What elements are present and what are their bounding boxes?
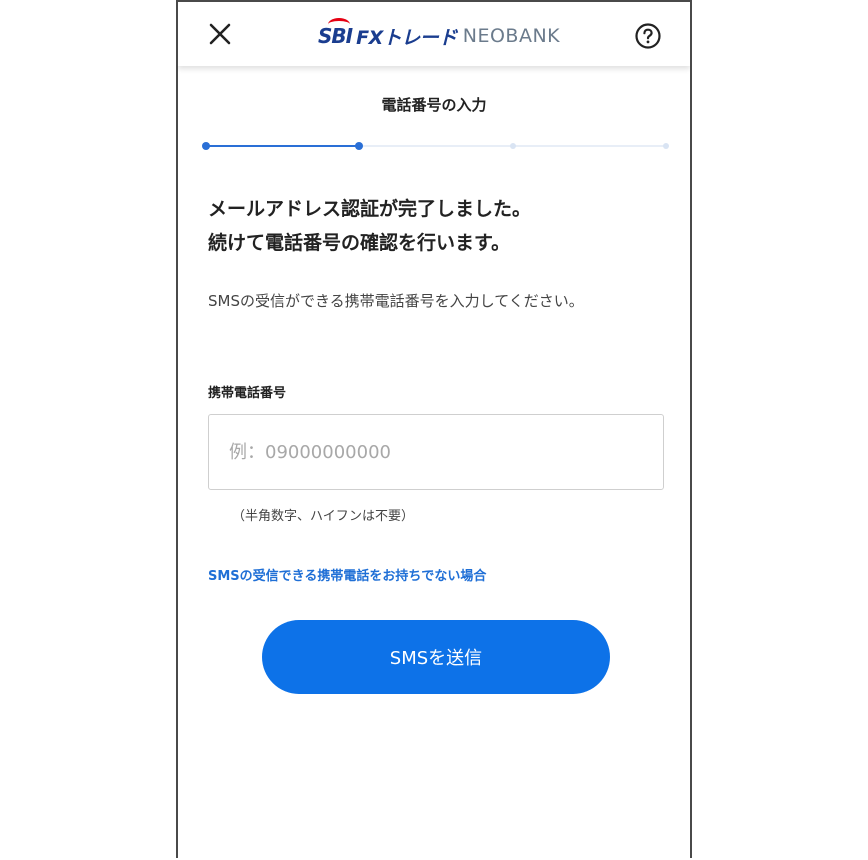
progress-step-4 <box>663 143 669 149</box>
close-button[interactable] <box>206 20 234 48</box>
phone-field-hint: （半角数字、ハイフンは不要） <box>232 509 415 524</box>
headline: メールアドレス認証が完了しました。 続けて電話番号の確認を行います。 <box>208 192 668 260</box>
phone-field-label: 携帯電話番号 <box>208 386 287 401</box>
step-progress <box>202 142 669 150</box>
progress-step-2 <box>355 142 364 150</box>
send-sms-button[interactable]: SMSを送信 <box>262 620 610 694</box>
help-button[interactable] <box>634 22 662 50</box>
step-title: 電話番号の入力 <box>381 96 487 114</box>
logo-swoosh <box>328 18 350 31</box>
progress-fill <box>206 145 360 147</box>
progress-step-3 <box>509 143 516 149</box>
phone-number-input[interactable] <box>208 414 664 490</box>
no-sms-phone-link[interactable]: SMSの受信できる携帯電話をお持ちでない場合 <box>208 565 486 584</box>
logo-mark: SBI <box>318 18 353 48</box>
headline-line-2: 続けて電話番号の確認を行います。 <box>208 232 511 254</box>
logo-product: FXトレード <box>356 26 457 49</box>
app-window: SBI FXトレード NEOBANK 電話番号の入力 メールアドレス認証が完了し… <box>176 0 692 858</box>
close-icon <box>209 23 231 45</box>
progress-step-1 <box>202 142 210 150</box>
help-circle-icon <box>635 23 661 49</box>
description: SMSの受信ができる携帯電話番号を入力してください。 <box>208 292 584 310</box>
app-header: SBI FXトレード NEOBANK <box>178 2 690 66</box>
brand-logo: SBI FXトレード NEOBANK <box>318 18 561 50</box>
headline-line-1: メールアドレス認証が完了しました。 <box>208 198 532 220</box>
logo-suffix: NEOBANK <box>462 25 561 47</box>
